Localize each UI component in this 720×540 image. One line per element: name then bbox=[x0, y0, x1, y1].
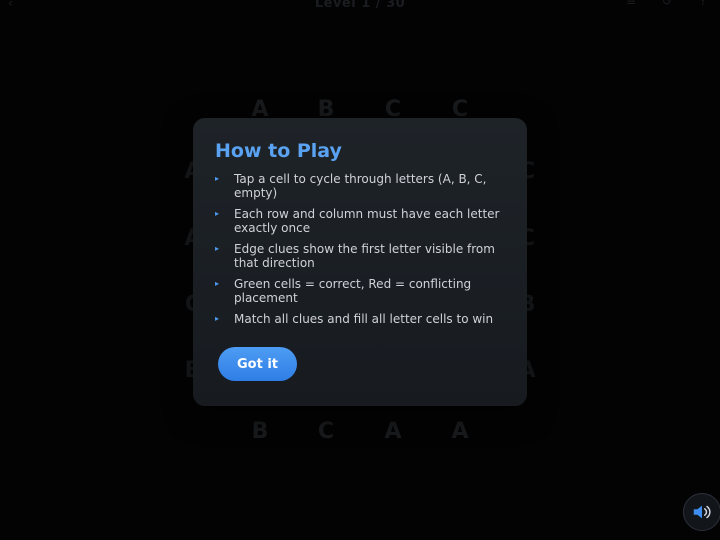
bullet-icon: ▸ bbox=[215, 244, 220, 253]
sound-toggle-button[interactable] bbox=[683, 493, 720, 531]
got-it-button[interactable]: Got it bbox=[218, 347, 297, 381]
rule-text: Match all clues and fill all letter cell… bbox=[234, 312, 494, 326]
speaker-icon bbox=[693, 505, 711, 519]
rule-item: ▸ Match all clues and fill all letter cel… bbox=[215, 312, 507, 326]
rule-text: Each row and column must have each lette… bbox=[234, 207, 500, 235]
bullet-icon: ▸ bbox=[215, 209, 220, 218]
bullet-icon: ▸ bbox=[215, 279, 220, 288]
bullet-icon: ▸ bbox=[215, 174, 220, 183]
rule-item: ▸ Green cells = correct, Red = conflictin… bbox=[215, 277, 507, 305]
how-to-play-dialog: How to Play ▸ Tap a cell to cycle through… bbox=[193, 118, 527, 406]
bullet-icon: ▸ bbox=[215, 314, 220, 323]
rule-text: Tap a cell to cycle through letters (A, … bbox=[234, 172, 487, 200]
dialog-title: How to Play bbox=[215, 140, 342, 162]
rule-item: ▸ Edge clues show the first letter visibl… bbox=[215, 242, 507, 270]
rule-text: Edge clues show the first letter visible… bbox=[234, 242, 495, 270]
rule-text: Green cells = correct, Red = conflicting… bbox=[234, 277, 472, 305]
rule-item: ▸ Tap a cell to cycle through letters (A,… bbox=[215, 172, 507, 200]
rule-item: ▸ Each row and column must have each lett… bbox=[215, 207, 507, 235]
rules-list: ▸ Tap a cell to cycle through letters (A,… bbox=[215, 172, 507, 333]
